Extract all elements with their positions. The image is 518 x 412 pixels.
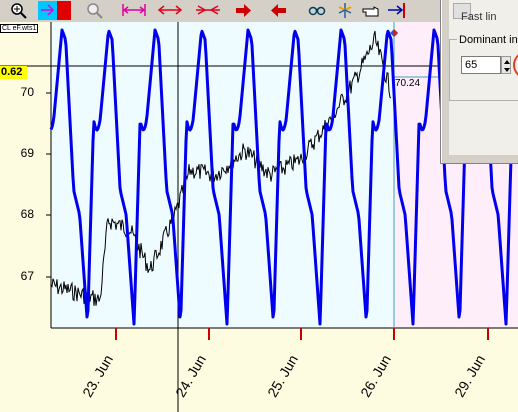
bracket-arrows-icon [122, 4, 146, 16]
zoom-out-button[interactable] [84, 1, 106, 20]
compress-button[interactable] [194, 1, 222, 20]
zoom-in-button[interactable] [4, 1, 32, 20]
measure-range-button[interactable] [120, 1, 148, 20]
pointing-hand-icon [362, 6, 379, 17]
glasses-icon [308, 6, 326, 16]
magnifier-icon [87, 3, 103, 19]
y-tick-label: 69 [20, 146, 34, 160]
y-tick-label: 68 [20, 207, 34, 221]
x-tick-marks [115, 328, 489, 340]
scroll-left-button[interactable] [268, 1, 290, 20]
dominant-input[interactable]: 65 [461, 56, 501, 74]
y-tick-label: 67 [20, 269, 34, 283]
red-arrow-right-icon [236, 4, 251, 17]
double-arrow-icon [157, 5, 183, 15]
cursor-arrow-icon [41, 4, 55, 16]
current-value-tag: 0.62 [0, 66, 27, 79]
y-tick-marks [46, 92, 51, 278]
fork-tool-icon [338, 3, 352, 18]
red-arrow-left-icon [271, 4, 286, 17]
magnifier-plus-icon [11, 3, 27, 19]
goto-end-button[interactable] [386, 1, 408, 20]
scroll-right-button[interactable] [232, 1, 254, 20]
pointer-tool-button[interactable] [38, 1, 57, 20]
settings-panel-body: Fast lin Dominant int 65 [449, 0, 518, 155]
spinner-arrows-icon [504, 60, 510, 72]
converge-arrows-icon [196, 5, 220, 15]
goto-end-icon [388, 3, 405, 18]
spectacles-button[interactable] [306, 1, 328, 20]
expand-button[interactable] [156, 1, 184, 20]
hand-button[interactable] [360, 1, 382, 20]
series-name-label: CL eF.wts1 [0, 24, 39, 33]
dominant-spinner[interactable] [501, 56, 511, 74]
fast-line-label: Fast lin [461, 11, 497, 23]
fork-button[interactable] [334, 1, 356, 20]
settings-dialog: Fast lin Dominant int 65 [440, 0, 518, 164]
dominant-label: Dominant int [457, 34, 518, 46]
last-price-label: 70.24 [395, 78, 421, 89]
y-tick-label: 70 [20, 85, 34, 99]
chart-window: CL eF.wts1 0.62 70.24 70 69 68 67 23. Ju… [0, 0, 518, 412]
color-button[interactable] [57, 1, 71, 20]
red-square-icon [57, 1, 71, 20]
